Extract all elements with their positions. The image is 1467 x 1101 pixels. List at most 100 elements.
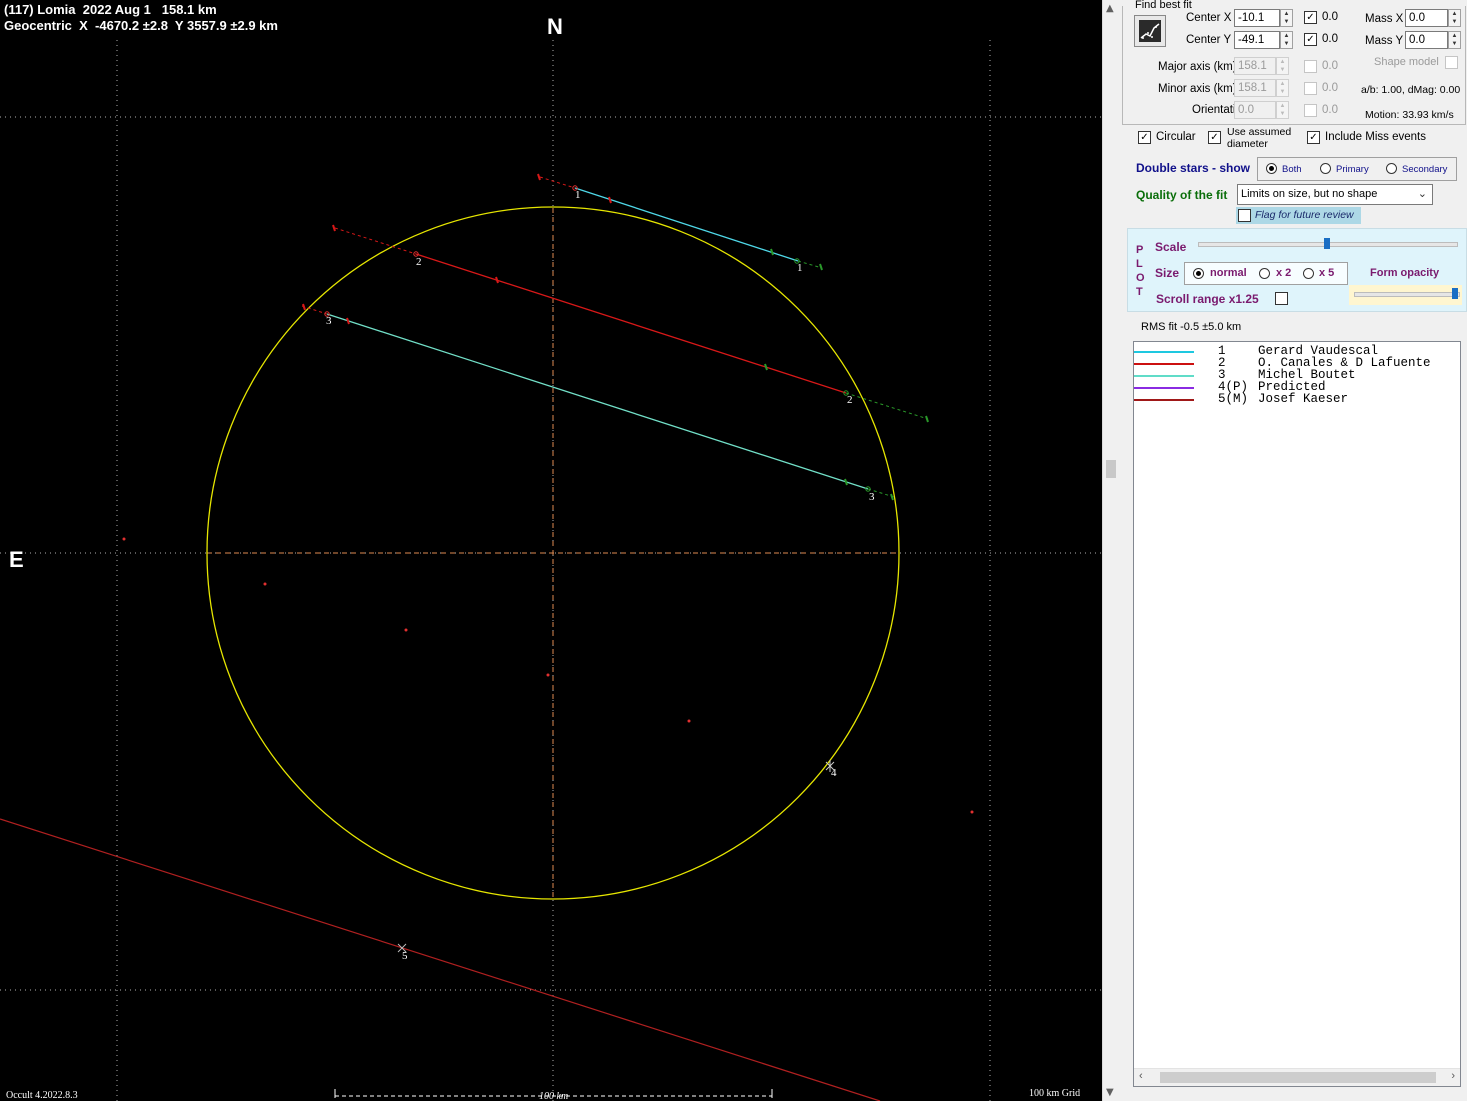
center-x-spinner[interactable]: ▲ ▼	[1280, 9, 1293, 27]
miss-dot	[122, 537, 126, 541]
mass-y-spinner[interactable]: ▲ ▼	[1448, 31, 1461, 49]
scroll-range-label: Scroll range x1.25	[1156, 292, 1259, 306]
radio-both[interactable]	[1266, 163, 1277, 174]
chord-2-error-end	[845, 392, 929, 420]
chord-1-tick	[608, 196, 612, 204]
observer-legend-list[interactable]: 1 Gerard Vaudescal 2 O. Canales & D Lafu…	[1133, 341, 1461, 1087]
shape-model-checkbox[interactable]	[1445, 56, 1458, 69]
miss-event-dots	[122, 537, 974, 814]
center-x-input[interactable]: -10.1	[1234, 9, 1280, 27]
chord-5-miss-line	[0, 818, 881, 1101]
major-axis-checkbox[interactable]	[1304, 60, 1317, 73]
use-assumed-checkbox[interactable]: ✓	[1208, 131, 1221, 144]
legend-color-line	[1134, 387, 1194, 389]
radio-size-normal[interactable]	[1193, 268, 1204, 279]
ab-dmag-text: a/b: 1.00, dMag: 0.00	[1361, 84, 1461, 96]
use-assumed-label-line: Use assumed	[1227, 126, 1292, 138]
chord-2-tick	[925, 415, 929, 423]
flag-review-checkbox[interactable]	[1238, 209, 1251, 222]
plot-letter: P	[1136, 244, 1144, 256]
chord-2-tick	[495, 276, 499, 284]
minor-axis-label: Minor axis (km)	[1158, 83, 1237, 95]
plot-title: (117) Lomia 2022 Aug 1 158.1 km	[4, 2, 217, 17]
radio-secondary-label: Secondary	[1402, 164, 1448, 175]
chord-label: 4	[831, 767, 837, 779]
orientation-checkbox[interactable]	[1304, 104, 1317, 117]
scroll-left-icon[interactable]: ‹	[1139, 1070, 1143, 1082]
chord-1-line	[574, 187, 799, 262]
chord-label: 1	[575, 189, 581, 201]
mass-x-label: Mass X	[1365, 13, 1404, 25]
legend-name: Josef Kaeser	[1258, 392, 1349, 406]
legend-color-line	[1134, 375, 1194, 377]
chord-2-tick	[332, 224, 336, 232]
chord-3	[301, 303, 895, 501]
scroll-up-icon[interactable]: ▲	[1106, 3, 1114, 14]
major-axis-spinner[interactable]: ▲ ▼	[1276, 57, 1289, 75]
scale-slider-thumb[interactable]	[1324, 238, 1330, 249]
minor-axis-checkbox[interactable]	[1304, 82, 1317, 95]
major-axis-input[interactable]: 158.1	[1234, 57, 1276, 75]
scrollbar-thumb[interactable]	[1106, 460, 1116, 478]
center-x-checkbox[interactable]: ✓	[1304, 11, 1317, 24]
rms-fit-text: RMS fit -0.5 ±5.0 km	[1141, 321, 1242, 333]
legend-row[interactable]: 5(M) Josef Kaeser	[1134, 392, 1454, 406]
legend-id: 5(M)	[1218, 392, 1249, 406]
orientation-input[interactable]: 0.0	[1234, 101, 1276, 119]
scale-bar-label: 100 km	[539, 1091, 569, 1101]
radio-size-x5[interactable]	[1303, 268, 1314, 279]
miss-dot	[404, 628, 408, 632]
orientation-spinner[interactable]: ▲ ▼	[1276, 101, 1289, 119]
plot-vertical-scrollbar[interactable]: ▲ ▼	[1102, 0, 1120, 1101]
north-label: N	[547, 14, 563, 39]
mass-x-spinner[interactable]: ▲ ▼	[1448, 9, 1461, 27]
mass-y-input[interactable]: 0.0	[1405, 31, 1448, 49]
minor-axis-spinner[interactable]: ▲ ▼	[1276, 79, 1289, 97]
flag-review-row[interactable]: Flag for future review	[1236, 207, 1361, 224]
quality-of-fit-dropdown[interactable]: Limits on size, but no shape ⌄	[1237, 184, 1433, 205]
orientation-check-value: 0.0	[1322, 104, 1338, 116]
fit-chart-icon[interactable]	[1134, 15, 1166, 47]
use-assumed-label-line: diameter	[1227, 138, 1268, 150]
minor-axis-check-value: 0.0	[1322, 82, 1338, 94]
mass-x-input[interactable]: 0.0	[1405, 9, 1448, 27]
minor-axis-input[interactable]: 158.1	[1234, 79, 1276, 97]
scroll-right-icon[interactable]: ›	[1451, 1070, 1455, 1082]
form-opacity-slider[interactable]	[1354, 292, 1460, 297]
scroll-down-icon[interactable]: ▼	[1106, 1087, 1114, 1098]
scale-label: Scale	[1155, 240, 1187, 254]
chord-2	[332, 224, 929, 423]
miss-dot	[546, 673, 550, 677]
chord-1	[537, 173, 823, 271]
radio-size-x2[interactable]	[1259, 268, 1270, 279]
form-opacity-slider-thumb[interactable]	[1452, 288, 1458, 299]
chord-label: 3	[869, 491, 875, 503]
chord-3-tick	[302, 303, 306, 311]
circular-label: Circular	[1156, 131, 1196, 143]
scrollbar-thumb[interactable]	[1160, 1072, 1436, 1083]
miss-dot	[970, 810, 974, 814]
chevron-down-icon: ⌄	[1417, 188, 1427, 200]
size-radio-group: normal x 2 x 5	[1184, 262, 1348, 285]
mass-y-label: Mass Y	[1365, 35, 1404, 47]
radio-secondary[interactable]	[1386, 163, 1397, 174]
occultation-plot[interactable]: 1 1 2 2 3 3 4 5 (117) Lomia 2022 Aug 1 1…	[0, 0, 1102, 1101]
scroll-range-checkbox[interactable]	[1275, 292, 1288, 305]
center-y-spinner[interactable]: ▲ ▼	[1280, 31, 1293, 49]
center-x-check-value: 0.0	[1322, 11, 1338, 23]
circular-checkbox[interactable]: ✓	[1138, 131, 1151, 144]
center-y-input[interactable]: -49.1	[1234, 31, 1280, 49]
center-y-checkbox[interactable]: ✓	[1304, 33, 1317, 46]
control-panel: Find best fit Center X -10.1 ▲ ▼ ✓ 0.0 Ma…	[1119, 0, 1467, 1101]
use-assumed-label: Use assumed diameter	[1227, 126, 1291, 150]
center-x-label: Center X	[1186, 12, 1232, 24]
radio-both-label: Both	[1282, 164, 1302, 175]
radio-size-x2-label: x 2	[1276, 267, 1292, 279]
radio-primary[interactable]	[1320, 163, 1331, 174]
include-miss-checkbox[interactable]: ✓	[1307, 131, 1320, 144]
legend-horizontal-scrollbar[interactable]: ‹ ›	[1134, 1068, 1460, 1086]
radio-primary-label: Primary	[1336, 164, 1369, 175]
east-label: E	[9, 547, 24, 572]
chord-3-line	[326, 313, 869, 490]
plot-vertical-label: P L O T	[1136, 243, 1145, 299]
